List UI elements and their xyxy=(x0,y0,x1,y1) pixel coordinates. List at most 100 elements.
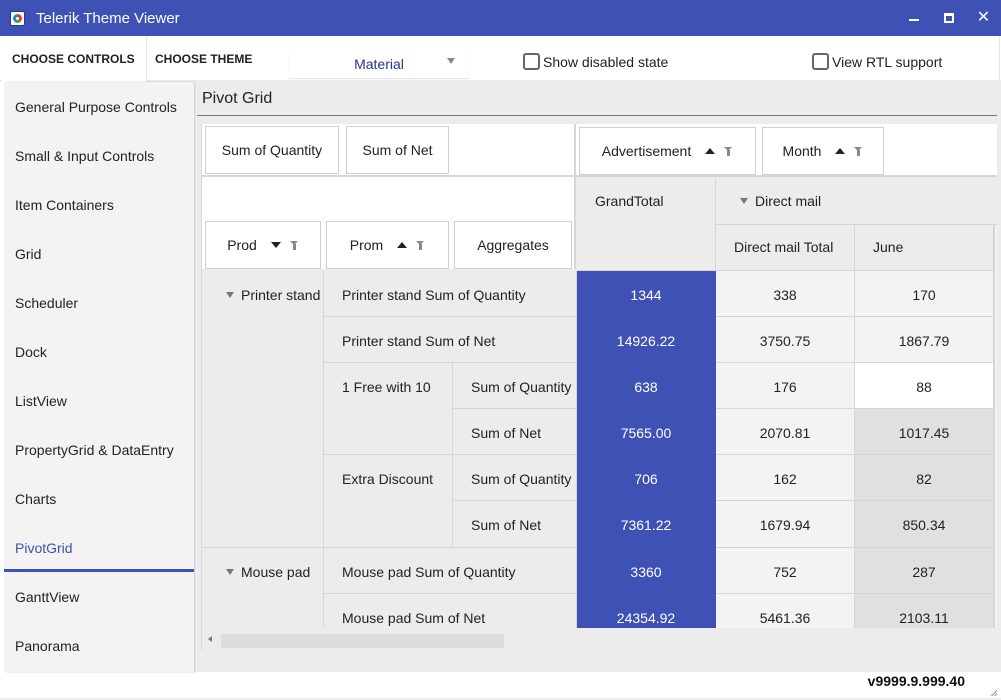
next-column-edge xyxy=(994,225,997,640)
row-label: Extra Discount xyxy=(342,471,434,487)
grand-total-cell[interactable]: 706 xyxy=(577,455,716,501)
grand-total-cell[interactable]: 7565.00 xyxy=(577,409,716,455)
collapse-arrow-icon[interactable] xyxy=(226,292,234,298)
sidebar-item-panorama[interactable]: Panorama xyxy=(4,621,194,670)
field-label: Sum of Quantity xyxy=(221,142,323,158)
column-header-june: June xyxy=(855,225,994,271)
toolbar-divider xyxy=(999,36,1000,80)
choose-theme-label: CHOOSE THEME xyxy=(155,52,253,66)
scrollbar-thumb[interactable] xyxy=(221,634,504,648)
checkbox-box-icon[interactable] xyxy=(812,53,829,70)
sidebar-item-grid[interactable]: Grid xyxy=(4,229,194,278)
sidebar-item-listview[interactable]: ListView xyxy=(4,376,194,425)
sidebar-item-scheduler[interactable]: Scheduler xyxy=(4,278,194,327)
sort-descending-icon[interactable] xyxy=(270,242,281,248)
sidebar-item-dock[interactable]: Dock xyxy=(4,327,194,376)
view-rtl-label: View RTL support xyxy=(832,53,943,70)
column-field-month[interactable]: Month xyxy=(762,127,884,175)
row-group-label: Printer stand xyxy=(241,287,321,303)
row-group-printer-stand[interactable]: Printer stand xyxy=(202,271,324,548)
sidebar-item-label: Item Containers xyxy=(15,196,114,213)
value-cell[interactable]: 1017.45 xyxy=(855,409,994,455)
row-header: Sum of Quantity xyxy=(453,455,577,501)
field-label: Prom xyxy=(349,237,384,253)
value-cell[interactable]: 1679.94 xyxy=(716,501,855,548)
checkbox-box-icon[interactable] xyxy=(523,53,540,70)
value-cell[interactable]: 88 xyxy=(855,363,994,409)
grand-total-cell[interactable]: 1344 xyxy=(577,271,716,317)
sidebar-item-label: PropertyGrid & DataEntry xyxy=(15,441,174,458)
sidebar: General Purpose Controls Small & Input C… xyxy=(4,82,194,672)
grand-total-cell[interactable]: 7361.22 xyxy=(577,501,716,548)
grand-total-cell[interactable]: 638 xyxy=(577,363,716,409)
row-header: Printer stand Sum of Net xyxy=(324,317,577,363)
sidebar-item-ganttview[interactable]: GanttView xyxy=(4,572,194,621)
header-label: GrandTotal xyxy=(595,193,664,209)
aggregate-field-sum-of-quantity[interactable]: Sum of Quantity xyxy=(205,126,339,174)
pivot-grid: Sum of Quantity Sum of Net Advertisement… xyxy=(201,124,997,650)
field-label: Sum of Net xyxy=(362,142,433,158)
value-cell[interactable]: 752 xyxy=(716,548,855,594)
value-cell[interactable]: 287 xyxy=(855,548,994,594)
sort-ascending-icon[interactable] xyxy=(835,148,846,154)
row-field-aggregates[interactable]: Aggregates xyxy=(454,221,572,269)
maximize-icon xyxy=(943,13,954,23)
column-header-direct-mail-total: Direct mail Total xyxy=(716,225,855,271)
row-label: Mouse pad Sum of Net xyxy=(342,610,486,626)
row-header: Sum of Net xyxy=(453,501,577,548)
sort-ascending-icon[interactable] xyxy=(397,242,408,248)
grand-total-cell[interactable]: 3360 xyxy=(577,548,716,594)
value-cell[interactable]: 1867.79 xyxy=(855,317,994,363)
row-header-extra-discount: Extra Discount xyxy=(324,455,453,548)
sidebar-item-small-input-controls[interactable]: Small & Input Controls xyxy=(4,131,194,180)
filter-icon[interactable] xyxy=(289,240,299,250)
row-field-prom[interactable]: Prom xyxy=(326,221,449,269)
sidebar-item-label: Dock xyxy=(15,343,47,360)
sidebar-item-charts[interactable]: Charts xyxy=(4,474,194,523)
filter-icon[interactable] xyxy=(724,146,733,156)
choose-controls-tab[interactable]: CHOOSE CONTROLS xyxy=(2,36,147,82)
value-cell[interactable]: 3750.75 xyxy=(716,317,855,363)
view-rtl-checkbox[interactable]: View RTL support xyxy=(812,53,942,70)
close-button[interactable]: ✕ xyxy=(966,0,1001,36)
horizontal-scrollbar[interactable] xyxy=(202,628,997,650)
value-cell[interactable]: 176 xyxy=(716,363,855,409)
collapse-arrow-icon[interactable] xyxy=(226,569,234,575)
value-cell[interactable]: 162 xyxy=(716,455,855,501)
collapse-arrow-icon[interactable] xyxy=(740,198,748,204)
sidebar-item-propertygrid-dataentry[interactable]: PropertyGrid & DataEntry xyxy=(4,425,194,474)
value-cell[interactable]: 338 xyxy=(716,271,855,317)
maximize-button[interactable] xyxy=(931,0,966,36)
value-cell[interactable]: 170 xyxy=(855,271,994,317)
row-header-1-free-with-10: 1 Free with 10 xyxy=(324,363,453,455)
sidebar-item-pivotgrid[interactable]: PivotGrid xyxy=(4,523,194,572)
row-header: Sum of Net xyxy=(453,409,577,455)
scroll-left-arrow-icon[interactable] xyxy=(208,636,212,642)
row-label: 1 Free with 10 xyxy=(342,379,431,395)
resize-grip-icon[interactable] xyxy=(989,688,997,696)
filter-icon[interactable] xyxy=(854,146,863,156)
sidebar-item-label: Small & Input Controls xyxy=(15,147,155,164)
row-label: Mouse pad Sum of Quantity xyxy=(342,564,516,580)
grand-total-cell[interactable]: 14926.22 xyxy=(577,317,716,363)
aggregate-field-sum-of-net[interactable]: Sum of Net xyxy=(346,126,449,174)
app-icon xyxy=(10,10,25,26)
sidebar-item-label: Scheduler xyxy=(15,294,79,311)
column-header-direct-mail[interactable]: Direct mail xyxy=(716,179,997,225)
row-label: Printer stand Sum of Quantity xyxy=(342,287,526,303)
row-field-prod[interactable]: Prod xyxy=(205,221,321,269)
sort-ascending-icon[interactable] xyxy=(705,148,716,154)
show-disabled-checkbox[interactable]: Show disabled state xyxy=(523,53,668,70)
filter-icon[interactable] xyxy=(416,240,425,250)
value-cell[interactable]: 2070.81 xyxy=(716,409,855,455)
theme-dropdown[interactable]: Material xyxy=(289,50,469,78)
sidebar-item-general-purpose-controls[interactable]: General Purpose Controls xyxy=(4,82,194,131)
value-cell[interactable]: 850.34 xyxy=(855,501,994,548)
toolbar: CHOOSE CONTROLS CHOOSE THEME Material Sh… xyxy=(0,36,1001,82)
column-field-advertisement[interactable]: Advertisement xyxy=(579,127,756,175)
window-title: Telerik Theme Viewer xyxy=(36,9,180,27)
minimize-button[interactable] xyxy=(896,0,931,36)
row-label: Sum of Quantity xyxy=(471,471,572,487)
sidebar-item-item-containers[interactable]: Item Containers xyxy=(4,180,194,229)
value-cell[interactable]: 82 xyxy=(855,455,994,501)
